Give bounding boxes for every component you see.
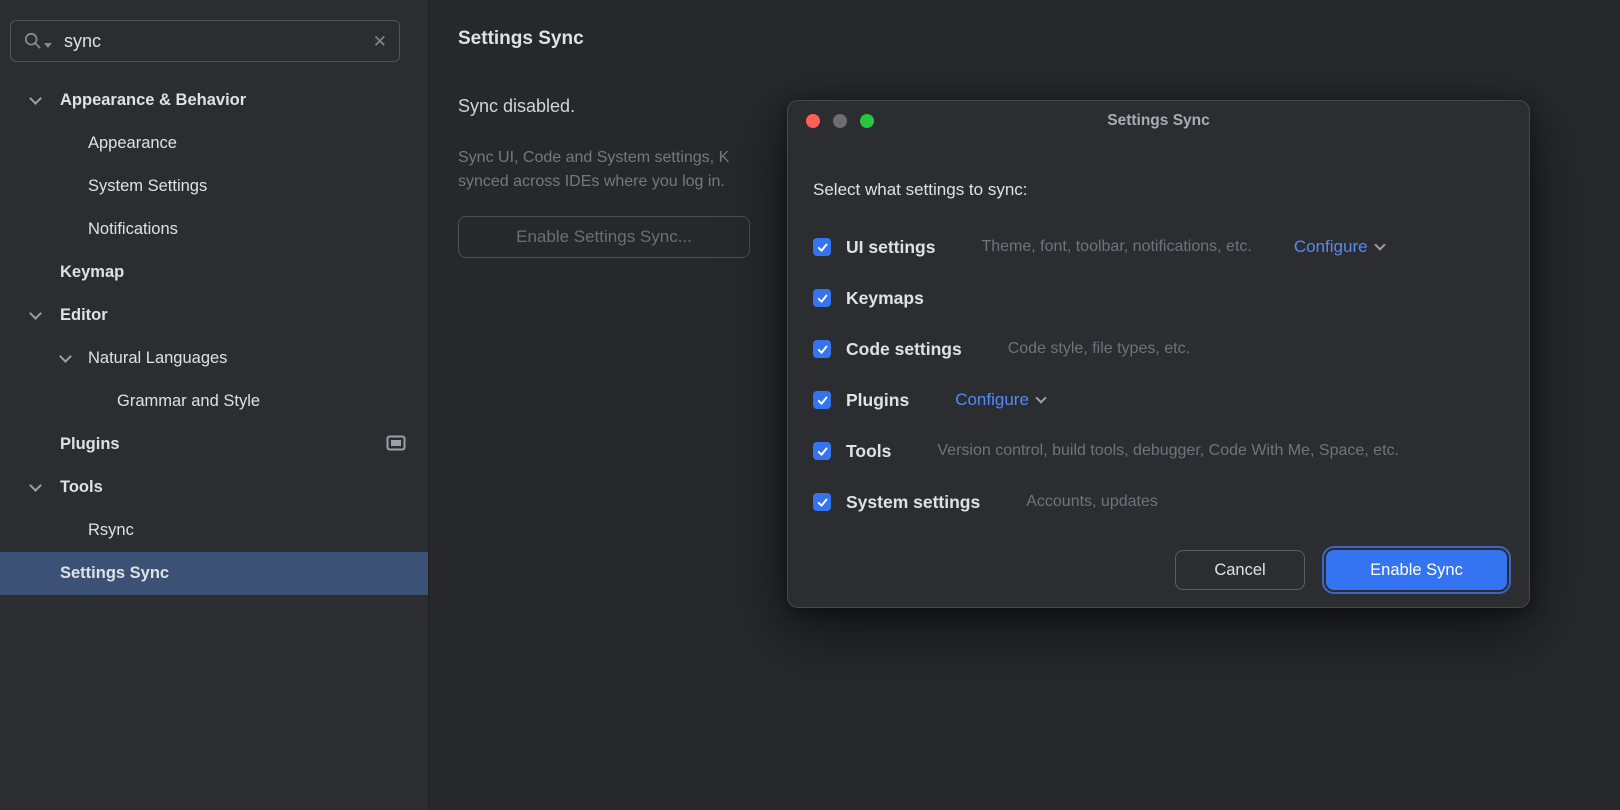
- checkbox-checked[interactable]: [813, 493, 831, 511]
- search-box[interactable]: ✕: [10, 20, 400, 62]
- chevron-down-icon: [1035, 392, 1046, 403]
- sync-option-code-settings: Code settings Code style, file types, et…: [813, 335, 1511, 363]
- sidebar-item-appearance[interactable]: Appearance: [0, 122, 428, 165]
- search-input[interactable]: [64, 31, 373, 52]
- sidebar-item-appearance-behavior[interactable]: Appearance & Behavior: [0, 79, 428, 122]
- sidebar-item-label: Appearance & Behavior: [60, 91, 246, 110]
- sync-option-plugins: Plugins Configure: [813, 386, 1511, 414]
- page-title: Settings Sync: [458, 28, 584, 50]
- sidebar-item-label: Editor: [60, 306, 108, 325]
- chevron-down-icon[interactable]: [59, 350, 72, 363]
- sidebar-item-notifications[interactable]: Notifications: [0, 208, 428, 251]
- dialog-title: Settings Sync: [1107, 112, 1210, 130]
- sidebar-item-settings-sync[interactable]: Settings Sync: [0, 552, 428, 595]
- option-label: System settings: [846, 492, 980, 513]
- chevron-down-icon[interactable]: [29, 479, 42, 492]
- dialog-titlebar: Settings Sync: [788, 101, 1529, 141]
- sync-description-line2: synced across IDEs where you log in.: [458, 173, 725, 191]
- sidebar-item-label: Rsync: [88, 521, 134, 540]
- sidebar-item-label: Settings Sync: [60, 564, 169, 583]
- settings-sidebar: ✕ Appearance & Behavior Appearance Syste…: [0, 0, 429, 810]
- sidebar-item-label: Plugins: [60, 435, 120, 454]
- sidebar-item-label: Keymap: [60, 263, 124, 282]
- sidebar-item-natural-languages[interactable]: Natural Languages: [0, 337, 428, 380]
- sidebar-item-label: Notifications: [88, 220, 178, 239]
- sync-description-line1: Sync UI, Code and System settings, K: [458, 149, 729, 167]
- sidebar-item-rsync[interactable]: Rsync: [0, 509, 428, 552]
- sync-options-list: UI settings Theme, font, toolbar, notifi…: [813, 233, 1511, 539]
- checkbox-checked[interactable]: [813, 391, 831, 409]
- sidebar-item-label: Grammar and Style: [117, 392, 260, 411]
- traffic-lights: [806, 101, 874, 141]
- option-label: Code settings: [846, 339, 962, 360]
- sync-option-keymaps: Keymaps: [813, 284, 1511, 312]
- checkbox-checked[interactable]: [813, 442, 831, 460]
- sync-option-ui-settings: UI settings Theme, font, toolbar, notifi…: [813, 233, 1511, 261]
- window-icon: [386, 435, 406, 451]
- option-label: Keymaps: [846, 288, 924, 309]
- chevron-down-icon[interactable]: [29, 307, 42, 320]
- sidebar-item-label: Natural Languages: [88, 349, 227, 368]
- sidebar-item-plugins[interactable]: Plugins: [0, 423, 428, 466]
- sync-option-system-settings: System settings Accounts, updates: [813, 488, 1511, 516]
- settings-window: ✕ Appearance & Behavior Appearance Syste…: [0, 0, 1620, 810]
- chevron-down-icon: [1374, 239, 1385, 250]
- checkbox-checked[interactable]: [813, 238, 831, 256]
- configure-ui-settings-link[interactable]: Configure: [1294, 237, 1384, 257]
- configure-link-label: Configure: [1294, 237, 1368, 257]
- configure-plugins-link[interactable]: Configure: [955, 390, 1045, 410]
- search-icon[interactable]: [23, 31, 52, 51]
- option-label: Tools: [846, 441, 891, 462]
- settings-sync-dialog: Settings Sync Select what settings to sy…: [787, 100, 1530, 608]
- checkbox-checked[interactable]: [813, 289, 831, 307]
- search-options-arrow-icon: [44, 43, 52, 48]
- enable-settings-sync-button[interactable]: Enable Settings Sync...: [458, 216, 750, 258]
- option-label: Plugins: [846, 390, 909, 411]
- zoom-window-button[interactable]: [860, 114, 874, 128]
- configure-link-label: Configure: [955, 390, 1029, 410]
- close-window-button[interactable]: [806, 114, 820, 128]
- clear-search-icon[interactable]: ✕: [373, 33, 387, 50]
- sync-status-text: Sync disabled.: [458, 96, 575, 117]
- sidebar-item-tools[interactable]: Tools: [0, 466, 428, 509]
- sidebar-item-system-settings[interactable]: System Settings: [0, 165, 428, 208]
- sidebar-item-label: Tools: [60, 478, 103, 497]
- chevron-down-icon[interactable]: [29, 92, 42, 105]
- sidebar-item-keymap[interactable]: Keymap: [0, 251, 428, 294]
- minimize-window-button[interactable]: [833, 114, 847, 128]
- option-description: Accounts, updates: [1026, 493, 1158, 511]
- dialog-prompt: Select what settings to sync:: [813, 180, 1028, 200]
- sync-option-tools: Tools Version control, build tools, debu…: [813, 437, 1511, 465]
- sidebar-item-label: Appearance: [88, 134, 177, 153]
- sidebar-item-label: System Settings: [88, 177, 207, 196]
- option-label: UI settings: [846, 237, 935, 258]
- option-description: Code style, file types, etc.: [1008, 340, 1190, 358]
- sidebar-item-grammar-and-style[interactable]: Grammar and Style: [0, 380, 428, 423]
- option-description: Theme, font, toolbar, notifications, etc…: [981, 238, 1251, 256]
- enable-sync-button[interactable]: Enable Sync: [1326, 550, 1507, 590]
- dialog-button-bar: Cancel Enable Sync: [1175, 550, 1507, 590]
- settings-tree: Appearance & Behavior Appearance System …: [0, 79, 428, 595]
- checkbox-checked[interactable]: [813, 340, 831, 358]
- option-description: Version control, build tools, debugger, …: [937, 442, 1399, 460]
- sidebar-item-editor[interactable]: Editor: [0, 294, 428, 337]
- cancel-button[interactable]: Cancel: [1175, 550, 1305, 590]
